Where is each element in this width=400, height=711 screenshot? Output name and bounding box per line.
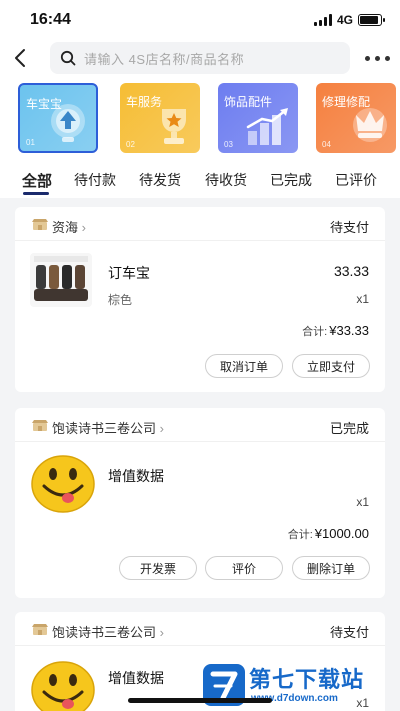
shop-row[interactable]: 饱读诗书三卷公司 › 已完成 bbox=[15, 408, 385, 442]
tab-pending-shipment[interactable]: 待发货 bbox=[139, 170, 181, 190]
search-bar[interactable]: 请输入 4S店名称/商品名称 bbox=[50, 42, 350, 74]
tab-pending-payment[interactable]: 待付款 bbox=[74, 170, 116, 190]
category-card-cheservice[interactable]: 车服务 02 bbox=[120, 83, 200, 153]
tab-all[interactable]: 全部 bbox=[22, 170, 52, 191]
product-price: 33.33 bbox=[333, 263, 369, 279]
order-status: 待支付 bbox=[329, 220, 369, 235]
battery-icon bbox=[358, 14, 385, 26]
status-bar: 16:44 4G bbox=[0, 0, 400, 40]
total-label: 合计: bbox=[287, 529, 313, 541]
active-tab-indicator bbox=[23, 192, 49, 195]
order-status: 待支付 bbox=[329, 625, 369, 640]
product-name: 订车宝 bbox=[108, 265, 150, 281]
total-amount: ¥33.33 bbox=[329, 323, 369, 338]
tab-reviewed[interactable]: 已评价 bbox=[335, 170, 377, 190]
more-dots-icon bbox=[365, 56, 370, 61]
smiley-tongue-icon bbox=[31, 455, 95, 513]
category-number: 04 bbox=[322, 140, 331, 149]
shop-row[interactable]: 饱读诗书三卷公司 › 待支付 bbox=[15, 612, 385, 646]
upload-bulb-icon bbox=[51, 104, 85, 142]
total-amount: ¥1000.00 bbox=[314, 526, 369, 541]
shop-icon bbox=[32, 420, 48, 431]
bar-chart-icon bbox=[246, 108, 288, 145]
smiley-tongue-icon bbox=[31, 661, 95, 711]
back-button[interactable] bbox=[10, 46, 32, 70]
order-tabs: 全部 待付款 待发货 待收货 已完成 已评价 bbox=[0, 158, 400, 198]
category-card-accessories[interactable]: 饰品配件 03 bbox=[218, 83, 298, 153]
product-quantity: x1 bbox=[356, 495, 369, 509]
review-button[interactable]: 评价 bbox=[205, 556, 283, 580]
product-spec: 棕色 bbox=[108, 293, 133, 307]
search-placeholder: 请输入 4S店名称/商品名称 bbox=[84, 51, 245, 67]
top-nav: 请输入 4S店名称/商品名称 bbox=[0, 40, 400, 78]
order-status: 已完成 bbox=[329, 421, 369, 436]
trophy-icon bbox=[162, 109, 186, 144]
order-total: 合计: ¥1000.00 bbox=[288, 526, 369, 542]
watermark-title: 第七下载站 bbox=[249, 667, 365, 692]
tab-pending-receipt[interactable]: 待收货 bbox=[205, 170, 247, 190]
battery-level bbox=[360, 16, 378, 24]
status-indicators: 4G bbox=[313, 13, 385, 27]
home-indicator bbox=[128, 698, 272, 703]
shop-name: 资海 › bbox=[52, 220, 86, 235]
status-time: 16:44 bbox=[30, 11, 71, 28]
shop-name: 饱读诗书三卷公司 › bbox=[52, 625, 164, 640]
shop-name: 饱读诗书三卷公司 › bbox=[52, 421, 164, 436]
total-label: 合计: bbox=[302, 326, 328, 338]
network-type: 4G bbox=[336, 13, 353, 27]
delete-order-button[interactable]: 删除订单 bbox=[292, 556, 370, 580]
category-number: 01 bbox=[26, 138, 35, 147]
more-button[interactable] bbox=[365, 56, 390, 61]
search-icon bbox=[60, 50, 76, 66]
shop-icon bbox=[32, 219, 48, 230]
category-card-repair[interactable]: 修理修配 04 bbox=[316, 83, 396, 153]
category-number: 03 bbox=[224, 140, 233, 149]
category-card-chebaobao[interactable]: 车宝宝 01 bbox=[18, 83, 98, 153]
product-quantity: x1 bbox=[356, 292, 369, 306]
product-image-car-seats bbox=[30, 253, 92, 307]
category-number: 02 bbox=[126, 140, 135, 149]
order-total: 合计: ¥33.33 bbox=[302, 323, 369, 339]
tab-completed[interactable]: 已完成 bbox=[270, 170, 312, 190]
order-card[interactable]: 资海 › 待支付 订车宝 棕色 33.33 x1 合计: ¥33.33 取消订单 … bbox=[15, 207, 385, 392]
order-card[interactable]: 饱读诗书三卷公司 › 已完成 增值数据 x1 合计: ¥1000.00 开发票 评… bbox=[15, 408, 385, 598]
crown-icon bbox=[353, 108, 387, 142]
product-name: 增值数据 bbox=[108, 468, 164, 484]
signal-icon bbox=[313, 14, 332, 26]
cancel-order-button[interactable]: 取消订单 bbox=[205, 354, 283, 378]
shop-row[interactable]: 资海 › 待支付 bbox=[15, 207, 385, 241]
pay-now-button[interactable]: 立即支付 bbox=[292, 354, 370, 378]
product-name: 增值数据 bbox=[108, 670, 164, 686]
chevron-left-icon bbox=[15, 49, 25, 67]
category-row: 车宝宝 01 车服务 02 饰品配件 03 修理修配 04 bbox=[0, 78, 400, 158]
issue-invoice-button[interactable]: 开发票 bbox=[119, 556, 197, 580]
shop-icon bbox=[32, 624, 48, 635]
